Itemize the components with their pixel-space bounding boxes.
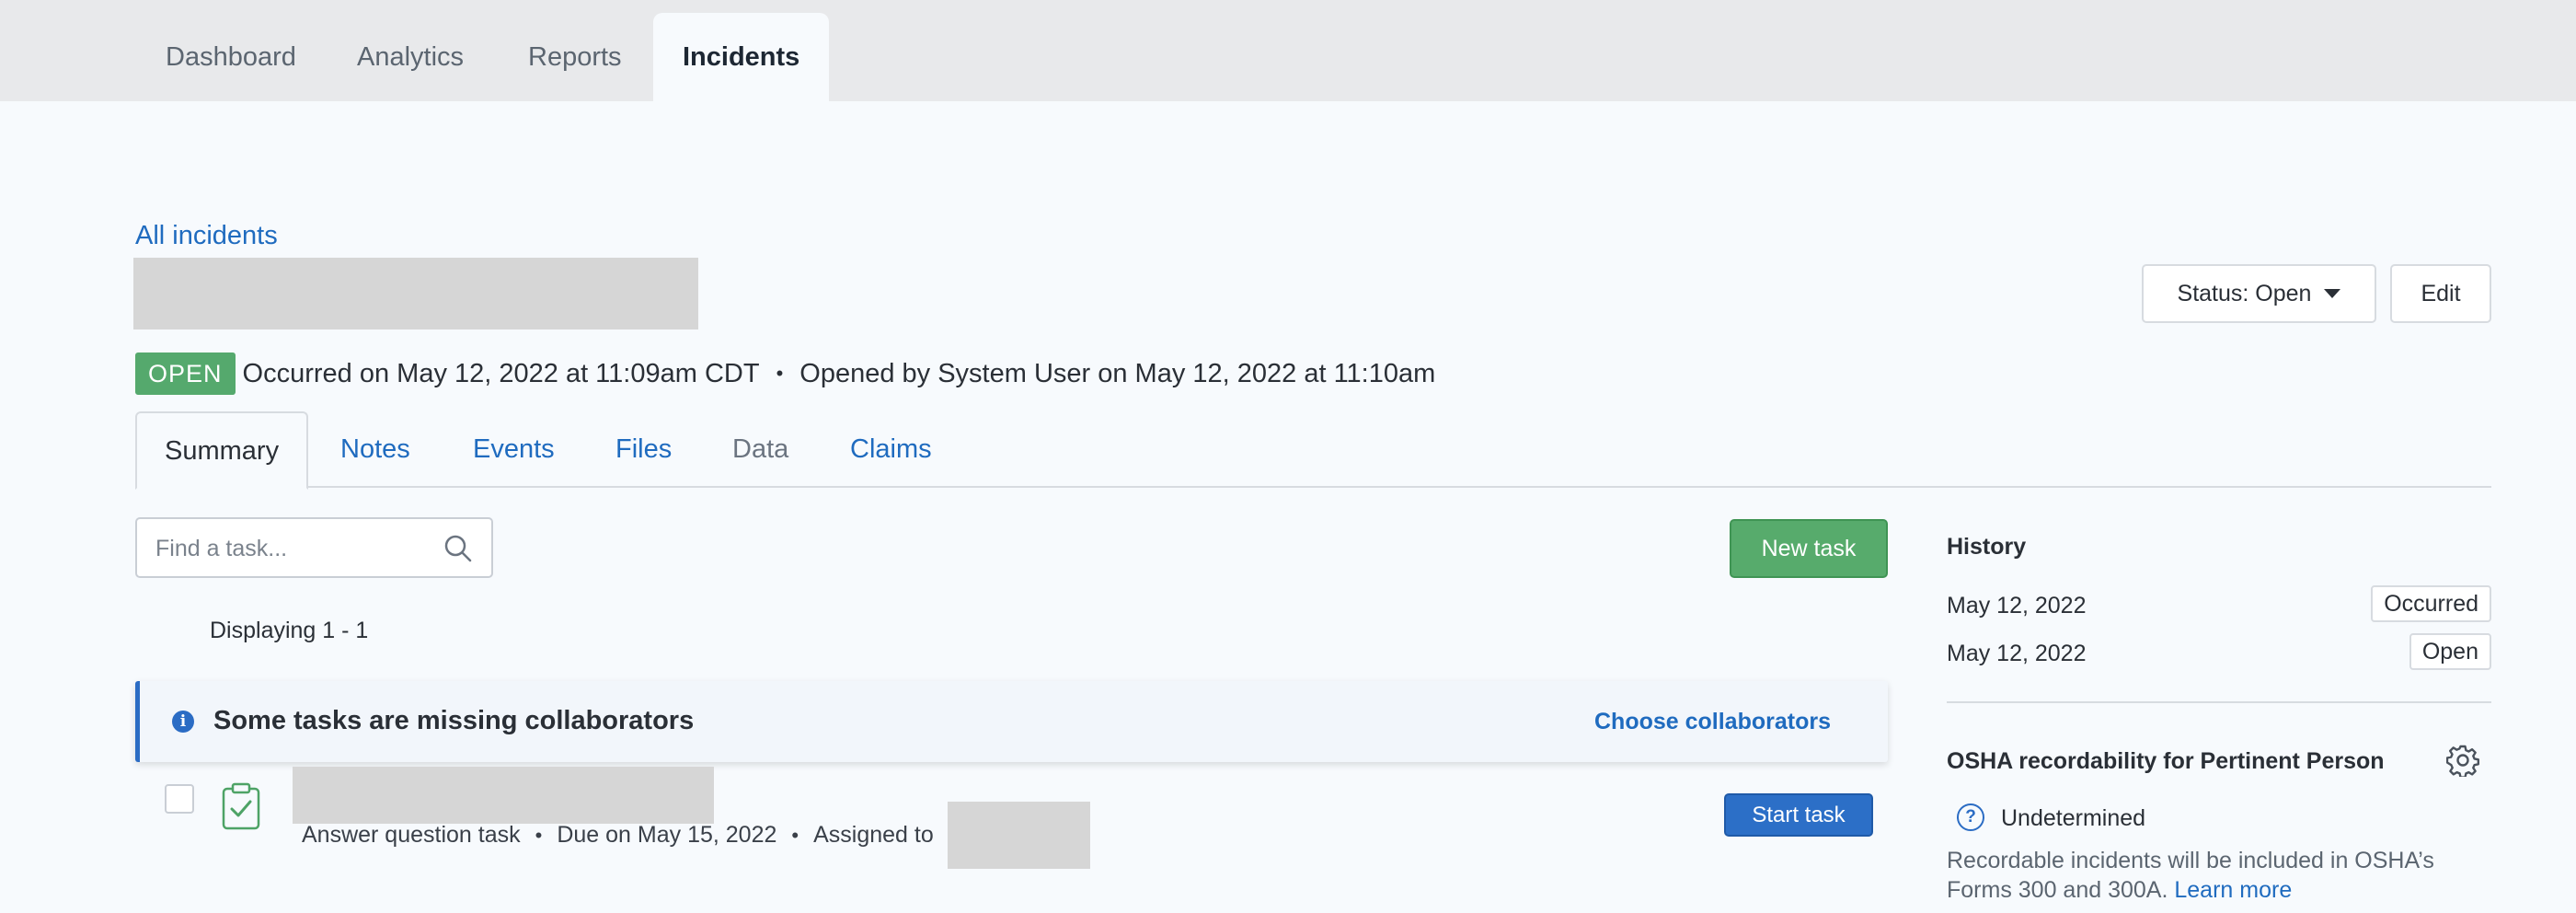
history-badge: Open (2409, 633, 2491, 670)
top-navigation: Dashboard Analytics Reports Incidents (0, 0, 2576, 101)
status-button-label: Status: Open (2177, 280, 2312, 306)
all-incidents-link[interactable]: All incidents (135, 221, 278, 251)
tab-analytics[interactable]: Analytics (328, 13, 493, 101)
osha-status: Undetermined (2001, 805, 2146, 831)
task-assigned-label: Assigned to (813, 822, 934, 848)
tab-summary[interactable]: Summary (135, 411, 309, 490)
tab-dashboard[interactable]: Dashboard (136, 13, 326, 101)
status-badge: OPEN (135, 352, 236, 395)
assignee-redacted (948, 802, 1090, 869)
question-icon: ? (1957, 803, 1984, 831)
task-title-redacted (293, 767, 714, 824)
new-task-button[interactable]: New task (1730, 519, 1888, 578)
tab-files[interactable]: Files (615, 411, 672, 488)
separator-dot: • (791, 823, 799, 847)
start-task-button[interactable]: Start task (1724, 793, 1873, 837)
info-icon: i (172, 711, 194, 733)
history-heading: History (1947, 534, 2027, 560)
separator-dot: • (535, 823, 543, 847)
sidebar-divider (1947, 701, 2491, 703)
history-date: May 12, 2022 (1947, 593, 2087, 618)
tab-claims[interactable]: Claims (850, 411, 932, 488)
tab-data: Data (732, 434, 789, 464)
missing-collaborators-alert: i Some tasks are missing collaborators C… (135, 681, 1888, 762)
tab-incidents[interactable]: Incidents (653, 13, 830, 101)
incident-title-redacted (133, 258, 698, 329)
caret-down-icon (2324, 289, 2341, 298)
displaying-count: Displaying 1 - 1 (210, 618, 369, 643)
alert-message: Some tasks are missing collaborators (213, 706, 695, 735)
history-row: May 12, 2022 Occurred (1947, 585, 2491, 622)
edit-button[interactable]: Edit (2390, 264, 2491, 323)
task-due-date: Due on May 15, 2022 (557, 822, 777, 848)
history-row: May 12, 2022 Open (1947, 633, 2491, 670)
osha-description: Recordable incidents will be included in… (1947, 846, 2499, 905)
tab-notes[interactable]: Notes (340, 411, 410, 488)
incident-subtabs: Summary Notes Events Files Data Claims (135, 411, 2491, 490)
task-checkbox[interactable] (165, 784, 194, 814)
osha-heading: OSHA recordability for Pertinent Person (1947, 748, 2385, 774)
task-type: Answer question task (302, 822, 521, 848)
tab-events[interactable]: Events (473, 411, 555, 488)
task-search-input[interactable] (155, 530, 431, 567)
task-search (135, 517, 493, 578)
separator-dot: • (776, 362, 784, 385)
search-icon[interactable] (443, 534, 473, 563)
history-badge: Occurred (2371, 585, 2491, 622)
status-dropdown-button[interactable]: Status: Open (2142, 264, 2376, 323)
history-date: May 12, 2022 (1947, 641, 2087, 666)
incident-meta: OPEN Occurred on May 12, 2022 at 11:09am… (135, 352, 1435, 395)
occurred-text: Occurred on May 12, 2022 at 11:09am CDT (242, 358, 760, 388)
clipboard-check-icon (222, 782, 260, 830)
tab-reports[interactable]: Reports (499, 13, 651, 101)
opened-text: Opened by System User on May 12, 2022 at… (799, 358, 1436, 388)
task-meta: Answer question task • Due on May 15, 20… (302, 822, 934, 849)
learn-more-link[interactable]: Learn more (2174, 877, 2292, 903)
choose-collaborators-link[interactable]: Choose collaborators (1594, 709, 1831, 735)
gear-icon[interactable] (2446, 744, 2479, 777)
